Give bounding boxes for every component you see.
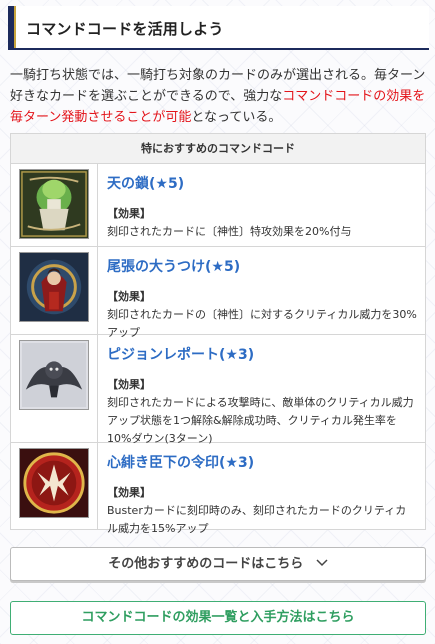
crimson-vassal-seal-art[interactable] xyxy=(19,448,89,518)
effect-label: 【効果】 xyxy=(107,290,151,303)
effect-description: 刻印されたカードによる攻撃時に、敵単体のクリティカル威力アップ状態を1つ解除&解… xyxy=(107,396,414,445)
text-cell: 心緋き臣下の令印(★3) 【効果】 Busterカードに刻印時のみ、刻印されたカ… xyxy=(98,443,425,535)
intro-paragraph: 一騎打ち状態では、一騎打ち対象のカードのみが選出される。毎ターン好きなカードを選… xyxy=(10,65,428,128)
chain-of-heaven-art[interactable] xyxy=(19,169,89,239)
table-row: 尾張の大うつけ(★5) 【効果】 刻印されたカードの〔神性〕に対するクリティカル… xyxy=(11,247,425,339)
code-name-link[interactable]: 天の鎖(★5) xyxy=(107,173,417,193)
code-name-link[interactable]: 心緋き臣下の令印(★3) xyxy=(107,452,417,472)
table-row: ピジョンレポート(★3) 【効果】 刻印されたカードによる攻撃時に、敵単体のクリ… xyxy=(11,335,425,445)
image-cell xyxy=(11,443,98,529)
image-cell xyxy=(11,164,98,246)
section-title: コマンドコードを活用しよう xyxy=(26,20,224,38)
text-cell: 天の鎖(★5) 【効果】 刻印されたカードに〔神性〕特攻効果を20%付与 xyxy=(98,164,425,246)
code-name-link[interactable]: ピジョンレポート(★3) xyxy=(107,344,417,364)
effect-label: 【効果】 xyxy=(107,207,151,220)
command-code-table: 特におすすめのコマンドコード 天の鎖(★5) 【効果】 刻印されたカードに〔神性… xyxy=(10,133,426,535)
table-header: 特におすすめのコマンドコード xyxy=(11,134,425,164)
effect-label: 【効果】 xyxy=(107,486,151,499)
effect-label: 【効果】 xyxy=(107,378,151,391)
table-row: 天の鎖(★5) 【効果】 刻印されたカードに〔神性〕特攻効果を20%付与 xyxy=(11,164,425,247)
image-cell xyxy=(11,335,98,442)
section-header: コマンドコードを活用しよう xyxy=(8,6,429,50)
header-gold-bar xyxy=(14,6,16,48)
intro-text-after: となっている。 xyxy=(191,110,282,125)
text-cell: 尾張の大うつけ(★5) 【効果】 刻印されたカードの〔神性〕に対するクリティカル… xyxy=(98,247,425,339)
table-row: 心緋き臣下の令印(★3) 【効果】 Busterカードに刻印時のみ、刻印されたカ… xyxy=(11,443,425,535)
pigeon-report-art[interactable] xyxy=(19,340,89,410)
page: コマンドコードを活用しよう 一騎打ち状態では、一騎打ち対象のカードのみが選出され… xyxy=(0,0,435,644)
code-list-link-button[interactable]: コマンドコードの効果一覧と入手方法はこちら xyxy=(10,601,426,635)
chevron-down-icon xyxy=(316,548,328,580)
effect-description: 刻印されたカードに〔神性〕特攻効果を20%付与 xyxy=(107,225,352,238)
more-codes-label: その他おすすめのコードはこちら xyxy=(108,556,304,572)
owari-fool-art[interactable] xyxy=(19,252,89,322)
text-cell: ピジョンレポート(★3) 【効果】 刻印されたカードによる攻撃時に、敵単体のクリ… xyxy=(98,335,425,445)
image-cell xyxy=(11,247,98,334)
code-name-link[interactable]: 尾張の大うつけ(★5) xyxy=(107,256,417,276)
more-codes-button[interactable]: その他おすすめのコードはこちら xyxy=(10,547,426,581)
effect-description: Busterカードに刻印時のみ、刻印されたカードのクリティカル威力を15%アップ xyxy=(107,504,407,535)
